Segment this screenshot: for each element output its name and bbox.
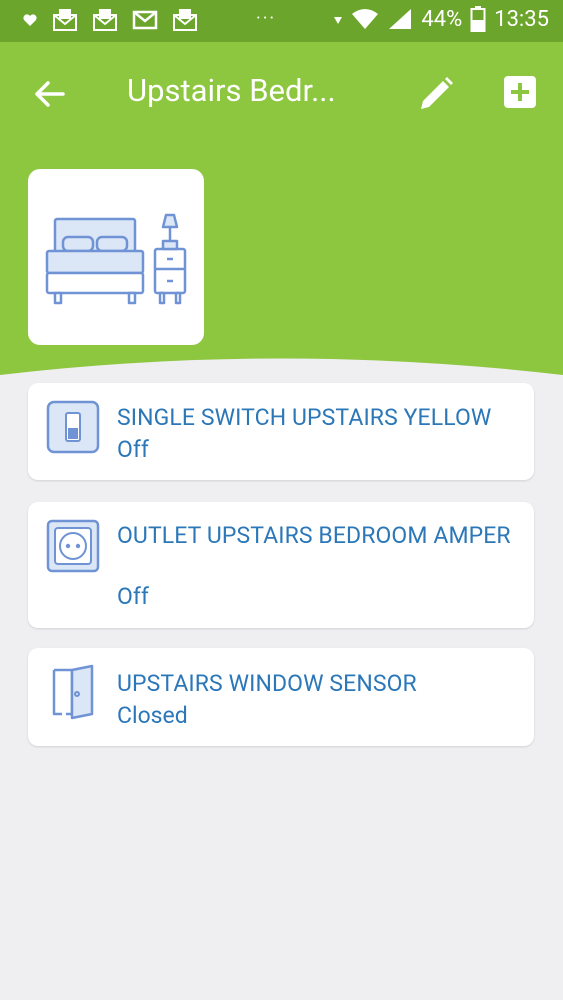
outlet-icon (46, 519, 100, 573)
edit-button[interactable] (416, 74, 456, 114)
gmail-icon (132, 10, 158, 30)
bedroom-icon (45, 213, 187, 305)
device-name: OUTLET UPSTAIRS BEDROOM AMPER (117, 522, 511, 549)
door-sensor-icon (52, 664, 94, 720)
device-name: UPSTAIRS WINDOW SENSOR (117, 670, 417, 697)
battery-percentage: 44% (421, 6, 463, 32)
room-image[interactable] (28, 169, 204, 345)
back-button[interactable] (30, 74, 70, 114)
battery-icon (470, 6, 486, 32)
add-device-button[interactable] (500, 72, 540, 112)
device-card[interactable]: UPSTAIRS WINDOW SENSOR Closed (28, 648, 534, 746)
notification-icons (22, 8, 198, 32)
pencil-icon (421, 77, 453, 109)
heart-icon (23, 14, 37, 26)
device-card[interactable]: SINGLE SWITCH UPSTAIRS YELLOW Off (28, 383, 534, 480)
mail-app-icon (53, 9, 77, 31)
clock: 13:35 (494, 6, 549, 32)
plus-box-icon (504, 76, 536, 108)
wifi-icon (352, 9, 379, 29)
device-status: Closed (117, 702, 188, 729)
device-card[interactable]: OUTLET UPSTAIRS BEDROOM AMPER Off (28, 502, 534, 628)
more-notifications-indicator: ··· (256, 8, 277, 29)
light-switch-icon (46, 400, 100, 454)
device-name: SINGLE SWITCH UPSTAIRS YELLOW (117, 404, 492, 431)
signal-icon (389, 9, 412, 29)
mail-app-icon (93, 9, 117, 31)
data-arrow-icon (334, 17, 343, 24)
arrow-left-icon (35, 81, 65, 107)
system-status: 44% 13:35 (333, 6, 549, 32)
device-status: Off (117, 583, 149, 610)
status-bar: ··· 44% 13:35 (0, 0, 563, 42)
mail-app-icon (173, 9, 197, 31)
page-title: Upstairs Bedr... (127, 72, 336, 109)
device-status: Off (117, 436, 149, 463)
